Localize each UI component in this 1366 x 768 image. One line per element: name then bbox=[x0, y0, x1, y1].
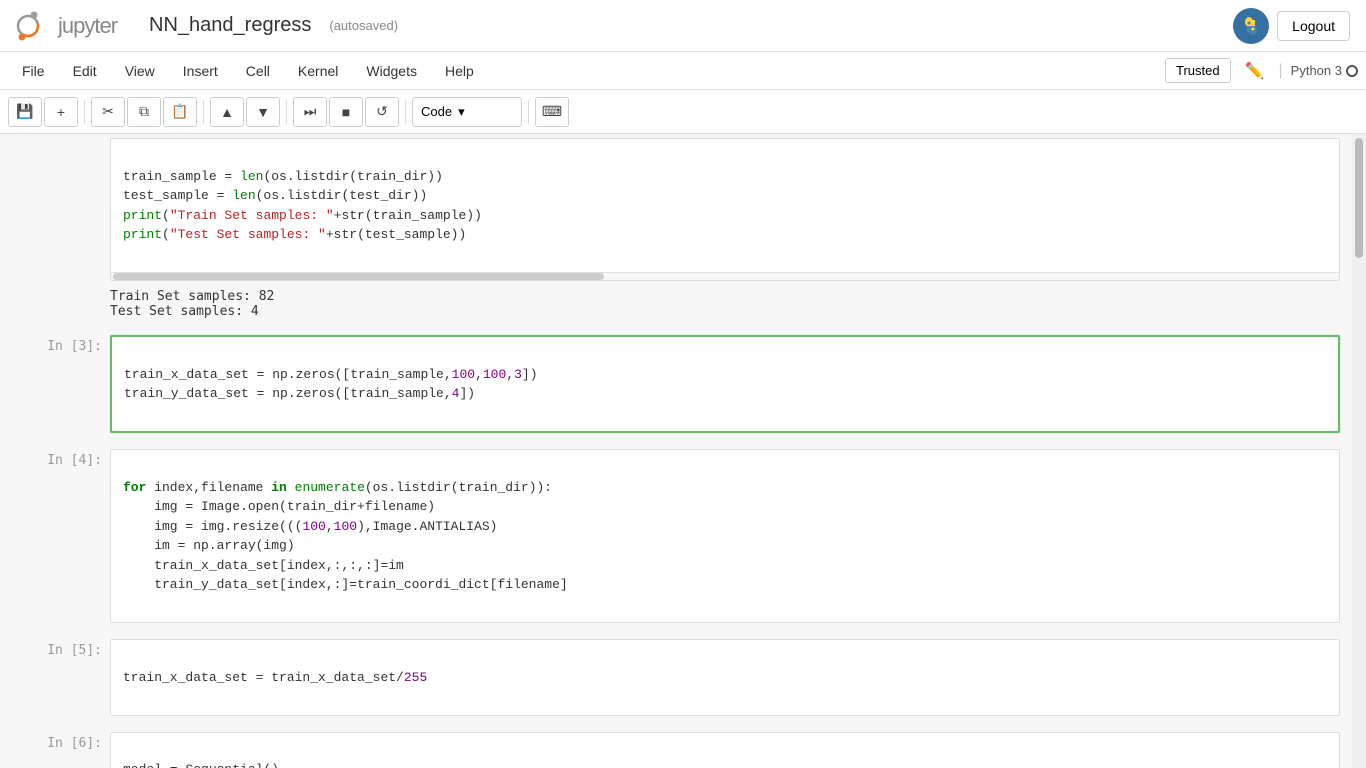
cell-4-label: In [4]: bbox=[0, 445, 110, 627]
main-area: train_sample = len(os.listdir(train_dir)… bbox=[0, 134, 1366, 768]
move-down-button[interactable]: ▼ bbox=[246, 97, 280, 127]
copy-button[interactable]: ⧉ bbox=[127, 97, 161, 127]
cell-4-code: for index,filename in enumerate(os.listd… bbox=[111, 450, 1339, 622]
cell-partial-container: train_sample = len(os.listdir(train_dir)… bbox=[0, 134, 1352, 285]
output-partial-gutter bbox=[0, 285, 110, 323]
kernel-info: Python 3 bbox=[1291, 63, 1358, 78]
cell-type-label: Code bbox=[421, 104, 452, 119]
edit-icon-button[interactable]: ✏️ bbox=[1239, 59, 1271, 83]
cell-3-code: train_x_data_set = np.zeros([train_sampl… bbox=[112, 337, 1338, 431]
paste-button[interactable]: 📋 bbox=[163, 97, 197, 127]
menu-cell[interactable]: Cell bbox=[232, 57, 284, 85]
trusted-button[interactable]: Trusted bbox=[1165, 58, 1231, 83]
cell-6-label: In [6]: bbox=[0, 728, 110, 768]
menu-kernel[interactable]: Kernel bbox=[284, 57, 352, 85]
keyboard-button[interactable]: ⌨ bbox=[535, 97, 569, 127]
notebook[interactable]: train_sample = len(os.listdir(train_dir)… bbox=[0, 134, 1352, 768]
notebook-title: NN_hand_regress bbox=[149, 14, 311, 37]
cell-3-container: In [3]: train_x_data_set = np.zeros([tra… bbox=[0, 331, 1352, 437]
cell-5-label: In [5]: bbox=[0, 635, 110, 720]
topbar-right: Logout bbox=[1233, 8, 1350, 44]
menu-help[interactable]: Help bbox=[431, 57, 488, 85]
notebook-scrollbar[interactable] bbox=[1352, 134, 1366, 768]
restart-button[interactable]: ↺ bbox=[365, 97, 399, 127]
cell-type-arrow: ▾ bbox=[458, 104, 465, 120]
jupyter-logo: jupyter bbox=[16, 8, 117, 44]
notebook-autosaved: (autosaved) bbox=[329, 18, 398, 33]
output-partial-content: Train Set samples: 82Test Set samples: 4 bbox=[110, 285, 1340, 323]
topbar-left: jupyter NN_hand_regress (autosaved) bbox=[16, 8, 398, 44]
toolbar-separator-1 bbox=[84, 100, 85, 124]
toolbar-separator-3 bbox=[286, 100, 287, 124]
toolbar-separator-2 bbox=[203, 100, 204, 124]
cut-button[interactable]: ✂ bbox=[91, 97, 125, 127]
menu-edit[interactable]: Edit bbox=[59, 57, 111, 85]
cell-4-content: for index,filename in enumerate(os.listd… bbox=[110, 449, 1340, 623]
stop-button[interactable]: ■ bbox=[329, 97, 363, 127]
cell-6-content: model = Sequential() model.add(Conv2D(8,… bbox=[110, 732, 1340, 768]
cell-5-container: In [5]: train_x_data_set = train_x_data_… bbox=[0, 635, 1352, 720]
fast-forward-button[interactable]: ⏭ bbox=[293, 97, 327, 127]
menu-file[interactable]: File bbox=[8, 57, 59, 85]
toolbar-separator-5 bbox=[528, 100, 529, 124]
cell-partial-label bbox=[0, 134, 110, 285]
jupyter-text: jupyter bbox=[58, 13, 117, 39]
kernel-status-circle bbox=[1346, 65, 1358, 77]
cell-3-content: train_x_data_set = np.zeros([train_sampl… bbox=[110, 335, 1340, 433]
cell-partial-content: train_sample = len(os.listdir(train_dir)… bbox=[110, 138, 1340, 281]
menubar: File Edit View Insert Cell Kernel Widget… bbox=[0, 52, 1366, 90]
menu-view[interactable]: View bbox=[111, 57, 169, 85]
cell-scrollbar-thumb bbox=[113, 273, 604, 280]
jupyter-logo-icon bbox=[16, 8, 52, 44]
add-cell-button[interactable]: + bbox=[44, 97, 78, 127]
cell-3-label: In [3]: bbox=[0, 331, 110, 437]
toolbar: 💾 + ✂ ⧉ 📋 ▲ ▼ ⏭ ■ ↺ Code ▾ ⌨ bbox=[0, 90, 1366, 134]
output-partial: Train Set samples: 82Test Set samples: 4 bbox=[0, 285, 1352, 323]
logout-button[interactable]: Logout bbox=[1277, 11, 1350, 41]
cell-5-code: train_x_data_set = train_x_data_set/255 bbox=[111, 640, 1339, 715]
move-up-button[interactable]: ▲ bbox=[210, 97, 244, 127]
cell-4-container: In [4]: for index,filename in enumerate(… bbox=[0, 445, 1352, 627]
save-button[interactable]: 💾 bbox=[8, 97, 42, 127]
menu-insert[interactable]: Insert bbox=[169, 57, 232, 85]
kernel-label: Python 3 bbox=[1291, 63, 1342, 78]
cell-type-dropdown[interactable]: Code ▾ bbox=[412, 97, 522, 127]
notebook-scrollbar-thumb bbox=[1355, 138, 1363, 258]
menu-right: Trusted ✏️ | Python 3 bbox=[1165, 58, 1358, 83]
cell-partial-code: train_sample = len(os.listdir(train_dir)… bbox=[111, 139, 1339, 272]
toolbar-separator-4 bbox=[405, 100, 406, 124]
cell-5-content: train_x_data_set = train_x_data_set/255 bbox=[110, 639, 1340, 716]
cell-6-container: In [6]: model = Sequential() model.add(C… bbox=[0, 728, 1352, 768]
cell-scrollbar[interactable] bbox=[111, 272, 1339, 280]
topbar: jupyter NN_hand_regress (autosaved) Logo… bbox=[0, 0, 1366, 52]
menu-widgets[interactable]: Widgets bbox=[352, 57, 431, 85]
python-logo-icon bbox=[1233, 8, 1269, 44]
cell-6-code: model = Sequential() model.add(Conv2D(8,… bbox=[111, 733, 1339, 768]
